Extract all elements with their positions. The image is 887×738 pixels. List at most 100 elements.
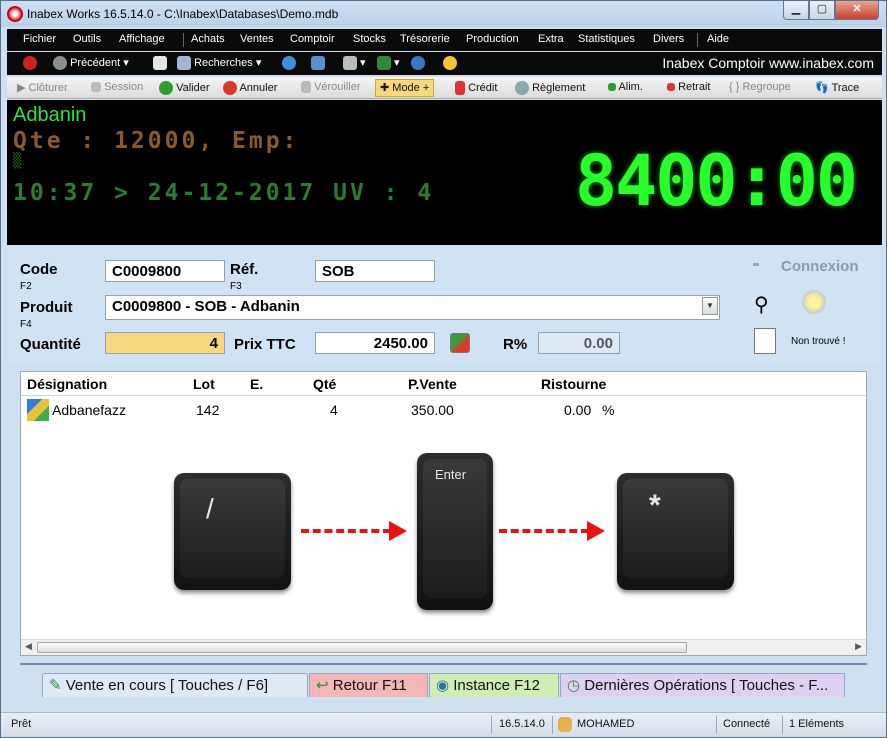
asterisk-key-label: * xyxy=(649,489,661,522)
minimize-button[interactable]: ▁ xyxy=(783,1,809,20)
display-time-line: 10:37 > 24-12-2017 UV : 4 xyxy=(13,180,435,206)
verrouiller-button[interactable]: Vérouiller xyxy=(301,81,361,94)
tab-instance-label: Instance F12 xyxy=(453,677,540,694)
col-lot[interactable]: Lot xyxy=(193,376,215,392)
menu-comptoir[interactable]: Comptoir xyxy=(290,33,335,45)
grid-header: Désignation Lot E. Qté P.Vente Ristourne xyxy=(21,372,866,396)
scroll-thumb[interactable] xyxy=(37,642,687,653)
prix-label: Prix TTC xyxy=(234,336,296,353)
col-pvente[interactable]: P.Vente xyxy=(408,376,457,392)
tab-vente-en-cours[interactable]: ✎ Vente en cours [ Touches / F6] xyxy=(42,673,308,697)
menu-aide[interactable]: Aide xyxy=(707,33,729,45)
menu-outils[interactable]: Outils xyxy=(73,33,101,45)
close-button[interactable]: ✕ xyxy=(835,1,879,20)
main-toolbar: Précédent ▾ Recherches ▾ ▾ ▾ Inabex Comp… xyxy=(7,52,882,75)
menu-affichage[interactable]: Affichage xyxy=(119,33,165,45)
arrow-2-head xyxy=(587,521,605,541)
chevron-down-icon[interactable]: ▼ xyxy=(702,297,718,315)
alim-button[interactable]: Alim. xyxy=(608,81,643,93)
cloturer-button[interactable]: ▶ Clôturer xyxy=(17,81,68,94)
tab-vente-label: Vente en cours [ Touches / F6] xyxy=(65,677,269,694)
sales-grid[interactable]: Désignation Lot E. Qté P.Vente Ristourne… xyxy=(20,371,867,656)
product-cubes-icon xyxy=(27,399,49,421)
ref-input[interactable]: SOB xyxy=(315,260,435,282)
display-blank-line: ▒ xyxy=(13,153,25,169)
smiley-icon[interactable] xyxy=(443,56,457,70)
search-icon xyxy=(177,56,191,71)
search-button[interactable]: Recherches ▾ xyxy=(177,56,261,71)
scroll-right-icon[interactable]: ▶ xyxy=(855,641,862,652)
reglement-button[interactable]: Règlement xyxy=(515,81,585,95)
back-label: Précédent xyxy=(70,57,121,69)
arrow-2 xyxy=(499,529,589,533)
menu-divers[interactable]: Divers xyxy=(653,33,684,45)
col-designation[interactable]: Désignation xyxy=(27,376,107,392)
produit-combobox[interactable]: C0009800 - SOB - Adbanin ▼ xyxy=(105,295,720,320)
menu-fichier[interactable]: Fichier xyxy=(23,33,56,45)
chat-icon[interactable]: ▾ xyxy=(343,56,366,71)
menu-production[interactable]: Production xyxy=(466,33,519,45)
scroll-left-icon[interactable]: ◀ xyxy=(25,641,32,652)
flashlight-icon[interactable] xyxy=(802,290,826,314)
back-button[interactable]: Précédent ▾ xyxy=(53,56,129,71)
menu-statistiques[interactable]: Statistiques xyxy=(578,33,635,45)
col-e[interactable]: E. xyxy=(250,376,263,392)
regroupe-button[interactable]: { } Regroupe xyxy=(729,81,791,93)
valider-button[interactable]: Valider xyxy=(159,81,210,95)
document-icon[interactable] xyxy=(153,56,167,70)
trace-button[interactable]: 👣 Trace xyxy=(815,81,859,94)
credit-icon xyxy=(455,81,465,95)
quantite-input[interactable]: 4 xyxy=(105,332,225,354)
display-product-name: Adbanin xyxy=(13,104,87,126)
maximize-button[interactable]: ▢ xyxy=(809,1,835,20)
binoculars-icon[interactable]: ⚲ xyxy=(754,292,769,317)
code-input[interactable]: C0009800 xyxy=(105,260,225,282)
notepad-icon xyxy=(754,328,776,354)
menu-ventes[interactable]: Ventes xyxy=(240,33,274,45)
help-icon[interactable] xyxy=(411,56,425,70)
cell-ristourne: 0.00 xyxy=(564,402,592,418)
connexion-label[interactable]: Connexion xyxy=(781,258,859,275)
produit-shortcut: F4 xyxy=(20,319,32,330)
footprint-icon: 👣 xyxy=(815,82,829,94)
arrow-1 xyxy=(301,529,391,533)
remise-input[interactable]: 0.00 xyxy=(538,332,620,354)
col-qte[interactable]: Qté xyxy=(313,376,336,392)
session-icon xyxy=(91,82,101,93)
slash-key: / xyxy=(174,473,291,590)
refresh-icon[interactable] xyxy=(282,56,296,70)
alim-icon xyxy=(608,83,616,92)
session-button[interactable]: Session xyxy=(91,81,143,93)
horizontal-scrollbar[interactable]: ◀ ▶ xyxy=(21,639,866,655)
calendar-icon[interactable] xyxy=(311,56,325,70)
enter-key: Enter xyxy=(417,453,493,610)
mode-plus-button[interactable]: ✚ Mode + xyxy=(375,79,435,97)
bottom-tabs: ✎ Vente en cours [ Touches / F6] ↩ Retou… xyxy=(20,663,867,697)
home-icon[interactable] xyxy=(23,56,37,70)
display-total-amount: 8400:00 xyxy=(575,140,858,222)
tab-dernieres-operations[interactable]: ◷ Dernières Opérations [ Touches - F... xyxy=(560,673,845,697)
tab-dernieres-label: Dernières Opérations [ Touches - F... xyxy=(584,677,829,694)
menu-stocks[interactable]: Stocks xyxy=(353,33,386,45)
app-logo-icon xyxy=(7,6,23,22)
menu-extra[interactable]: Extra xyxy=(538,33,564,45)
tab-retour[interactable]: ↩ Retour F11 xyxy=(309,673,428,697)
col-ristourne[interactable]: Ristourne xyxy=(541,376,606,392)
status-elements: 1 Eléments xyxy=(789,718,845,730)
entry-form: Code F2 C0009800 Réf. F3 SOB Produit F4 … xyxy=(7,246,882,366)
menu-achats[interactable]: Achats xyxy=(191,33,225,45)
status-bar: Prêt 16.5.14.0 MOHAMED Connecté 1 Elémen… xyxy=(1,712,886,737)
price-calculator-icon[interactable] xyxy=(450,333,470,353)
excel-icon[interactable]: ▾ xyxy=(377,56,400,71)
prix-input[interactable]: 2450.00 xyxy=(315,332,435,354)
annuler-button[interactable]: Annuler xyxy=(223,81,277,95)
code-shortcut: F2 xyxy=(20,281,32,292)
retrait-button[interactable]: Retrait xyxy=(667,81,710,93)
asterisk-key: * xyxy=(617,473,734,590)
user-icon xyxy=(558,717,572,732)
app-window: Inabex Works 16.5.14.0 - C:\Inabex\Datab… xyxy=(0,0,887,738)
tab-instance[interactable]: ◉ Instance F12 xyxy=(429,673,559,697)
led-display: Adbanin Qte : 12000, Emp: ▒ 10:37 > 24-1… xyxy=(7,100,882,245)
menu-tresorerie[interactable]: Trésorerie xyxy=(400,33,450,45)
credit-button[interactable]: Crédit xyxy=(455,81,497,95)
